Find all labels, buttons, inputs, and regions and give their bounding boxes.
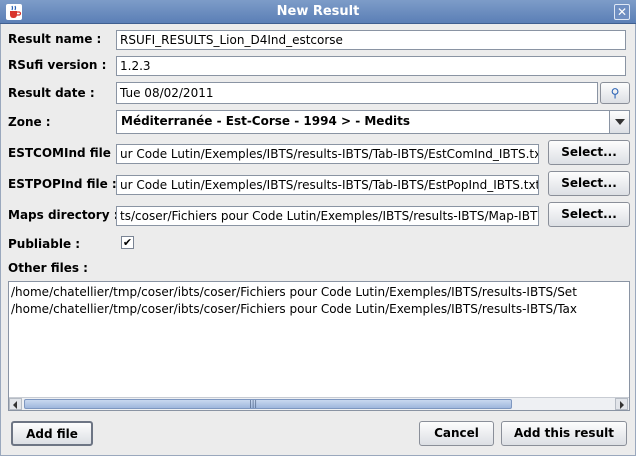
- rsufi-version-label: RSufi version :: [8, 58, 107, 72]
- window-title: New Result: [276, 4, 360, 19]
- calendar-button[interactable]: ⚲: [600, 82, 630, 104]
- scrollbar-grip-icon: |||: [249, 399, 258, 408]
- arrow-left-icon: [13, 401, 17, 409]
- add-this-result-button[interactable]: Add this result: [501, 421, 627, 446]
- estpopind-file-field[interactable]: ur Code Lutin/Exemples/IBTS/results-IBTS…: [116, 175, 539, 195]
- other-files-textarea[interactable]: /home/chatellier/tmp/coser/ibts/coser/Fi…: [8, 281, 630, 411]
- zone-selected-value: Méditerranée - Est-Corse - 1994 > - Medi…: [121, 114, 411, 128]
- other-file-line: /home/chatellier/tmp/coser/ibts/coser/Fi…: [11, 302, 577, 316]
- calendar-icon: ⚲: [610, 86, 620, 100]
- add-file-button[interactable]: Add file: [11, 421, 93, 446]
- maps-directory-field[interactable]: ts/coser/Fichiers pour Code Lutin/Exempl…: [116, 206, 539, 226]
- zone-label: Zone :: [8, 115, 51, 129]
- estcomind-file-label: ESTCOMInd file :: [8, 146, 120, 160]
- result-date-field[interactable]: Tue 08/02/2011: [116, 82, 598, 104]
- result-name-label: Result name :: [8, 32, 102, 46]
- other-files-label: Other files :: [8, 261, 88, 275]
- estpopind-select-button[interactable]: Select...: [548, 171, 630, 196]
- arrow-right-icon: [620, 401, 624, 409]
- horizontal-scrollbar[interactable]: |||: [9, 397, 629, 410]
- publiable-checkbox[interactable]: ✔: [121, 236, 134, 249]
- scroll-left-button[interactable]: [9, 398, 22, 410]
- zone-dropdown-button[interactable]: [609, 111, 629, 133]
- maps-directory-select-button[interactable]: Select...: [548, 202, 630, 227]
- result-date-label: Result date :: [8, 86, 95, 100]
- zone-combobox[interactable]: Méditerranée - Est-Corse - 1994 > - Medi…: [116, 110, 630, 134]
- publiable-label: Publiable :: [8, 237, 81, 251]
- title-bar: New Result ✕: [0, 0, 636, 24]
- rsufi-version-field[interactable]: 1.2.3: [116, 56, 626, 76]
- scroll-right-button[interactable]: [615, 398, 628, 410]
- close-button[interactable]: ✕: [614, 4, 630, 20]
- estcomind-select-button[interactable]: Select...: [548, 140, 630, 165]
- scrollbar-thumb[interactable]: [24, 399, 512, 409]
- cancel-button[interactable]: Cancel: [419, 421, 494, 446]
- chevron-down-icon: [615, 119, 625, 125]
- maps-directory-label: Maps directory :: [8, 208, 119, 222]
- dialog-content: Result name : RSUFI_RESULTS_Lion_D4Ind_e…: [0, 24, 636, 456]
- estpopind-file-label: ESTPOPInd file :: [8, 177, 117, 191]
- estcomind-file-field[interactable]: ur Code Lutin/Exemples/IBTS/results-IBTS…: [116, 144, 539, 164]
- result-name-field[interactable]: RSUFI_RESULTS_Lion_D4Ind_estcorse: [116, 30, 626, 50]
- other-file-line: /home/chatellier/tmp/coser/ibts/coser/Fi…: [11, 285, 577, 299]
